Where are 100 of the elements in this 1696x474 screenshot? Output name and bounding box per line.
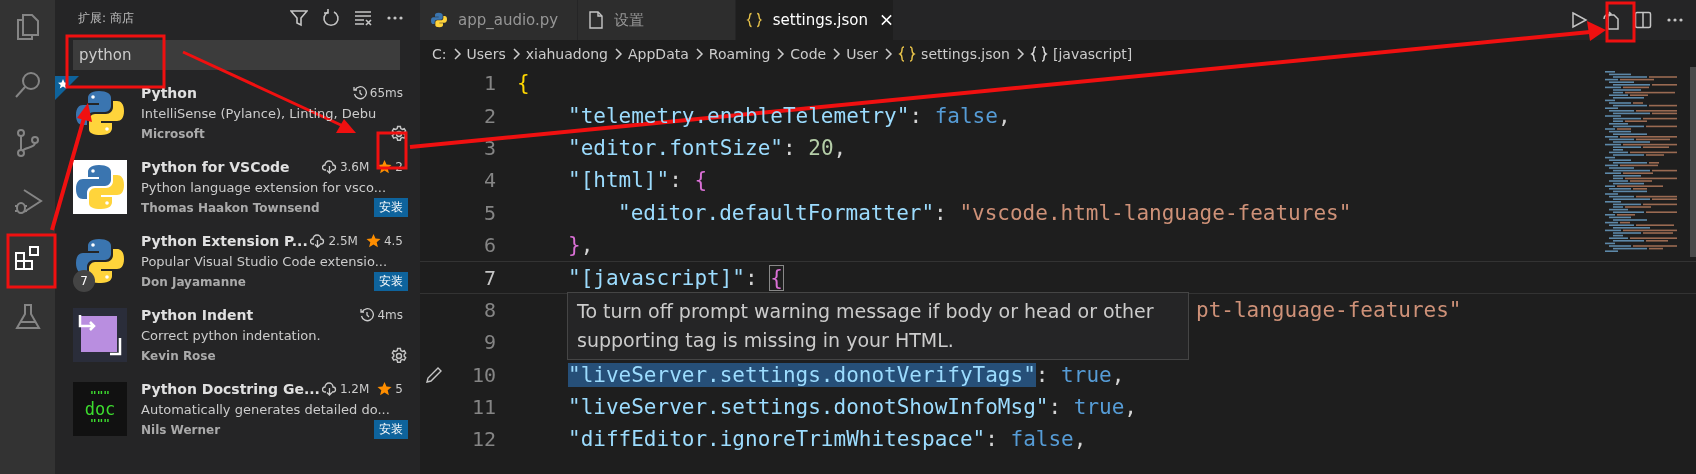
line-number: 7 xyxy=(482,265,496,290)
line-number: 3 xyxy=(482,135,496,160)
editor-tab[interactable]: 设置 xyxy=(578,0,736,40)
docstring-logo: """ doc """ xyxy=(73,382,127,436)
code-token: "liveServer.settings.donotVerifyTags" xyxy=(568,362,1036,387)
history-icon xyxy=(360,307,375,322)
code-token: , xyxy=(1073,427,1087,452)
publisher-name: Microsoft xyxy=(141,126,205,141)
clear-list-icon[interactable] xyxy=(354,9,372,27)
line-number: 8 xyxy=(482,297,496,322)
code-token: : xyxy=(1048,395,1063,420)
code-token: } xyxy=(568,233,581,258)
breadcrumb-item[interactable]: Roaming xyxy=(708,45,771,62)
extension-item[interactable]: """ doc """ Python Docstring Ge... 1.2M 5 Automatically generates detailed do... Nils Werner 安装 xyxy=(55,372,420,446)
search-field[interactable]: python xyxy=(73,40,400,70)
code-token: "editor.defaultFormatter" xyxy=(618,200,935,225)
extension-name: Python for VSCode xyxy=(141,158,290,175)
run-debug-icon[interactable] xyxy=(12,186,43,216)
activation-time: 65ms xyxy=(369,85,403,100)
activation-time: 4ms xyxy=(377,307,403,322)
braces-icon xyxy=(1030,44,1048,63)
code-token: : xyxy=(669,168,683,193)
count-badge: 7 xyxy=(73,270,95,292)
extension-description: Correct python indentation. xyxy=(141,327,322,343)
star-icon xyxy=(377,381,393,396)
line-number: 11 xyxy=(470,395,496,420)
breadcrumb-item[interactable]: xiahuadong xyxy=(525,45,608,62)
extension-description: Automatically generates detailed do... xyxy=(141,401,391,417)
install-button[interactable]: 安装 xyxy=(374,272,408,291)
cloud-download-icon xyxy=(321,159,337,174)
code-token: : xyxy=(985,427,999,452)
code-token: , xyxy=(833,135,847,160)
code-token: "vscode.html-language-features" xyxy=(959,200,1352,225)
chevron-right-icon xyxy=(613,46,623,61)
file-arrow-icon[interactable] xyxy=(1602,10,1620,30)
star-icon xyxy=(377,159,393,174)
editor-tab[interactable]: settings.json xyxy=(736,0,894,40)
code-token: , xyxy=(580,233,594,258)
filter-icon[interactable] xyxy=(290,9,308,27)
extension-name: Python xyxy=(141,84,197,101)
code-token: { xyxy=(770,265,783,290)
breadcrumb-item[interactable]: Users xyxy=(466,45,506,62)
chevron-right-icon xyxy=(510,46,521,61)
line-number: 1 xyxy=(482,71,496,96)
sidebar-title: 扩展: 商店 xyxy=(78,9,134,27)
cloud-download-icon xyxy=(321,381,337,396)
line-number: 2 xyxy=(482,103,496,128)
python-file-icon xyxy=(430,11,448,29)
chevron-right-icon xyxy=(1015,46,1025,61)
rating: 4.5 xyxy=(383,233,403,248)
hover-tooltip: To turn off prompt warning message if body or head or other supporting tag is missing in your HTML. xyxy=(567,292,1189,360)
breadcrumb-item[interactable]: C: xyxy=(432,45,447,62)
code-token: { xyxy=(694,168,708,193)
breadcrumb-item[interactable]: settings.json xyxy=(921,45,1010,62)
scrollbar-thumb[interactable] xyxy=(1690,67,1696,257)
install-button[interactable]: 安装 xyxy=(374,420,408,439)
cloud-download-icon xyxy=(310,233,326,248)
code-token: , xyxy=(1111,362,1125,387)
star-icon xyxy=(365,233,381,248)
search-icon[interactable] xyxy=(12,70,43,100)
extension-item[interactable]: Python Indent 4ms Correct python indentation. Kevin Rose xyxy=(55,298,420,372)
highlight-box xyxy=(6,233,57,289)
settings-icon[interactable] xyxy=(390,346,408,365)
code-token: "[javascript]" xyxy=(568,265,745,290)
extension-item[interactable]: 7 Python Extension P... 2.5M 4.5 Popular Visual Studio Code extensio... Don Jayamanne 安装 xyxy=(55,224,420,298)
breadcrumb-item[interactable]: Code xyxy=(790,45,827,62)
breadcrumb-item[interactable]: [javascript] xyxy=(1053,45,1133,62)
code-token: : xyxy=(745,265,759,290)
code-token: : xyxy=(1035,362,1050,387)
code-token: false xyxy=(1010,427,1074,452)
editor-tab[interactable]: app_audio.py xyxy=(420,0,578,40)
code-token: true xyxy=(1061,362,1112,387)
refresh-icon[interactable] xyxy=(322,9,340,27)
line-number: 9 xyxy=(482,330,496,355)
indent-logo-icon xyxy=(73,308,127,362)
download-count: 1.2M xyxy=(339,381,370,396)
publisher-name: Nils Werner xyxy=(141,422,221,437)
extension-description: Popular Visual Studio Code extensio... xyxy=(141,253,389,269)
code-token: "liveServer.settings.donotShowInfoMsg" xyxy=(568,395,1049,420)
highlight-box xyxy=(1605,1,1636,43)
play-icon[interactable] xyxy=(1570,11,1588,29)
chevron-right-icon xyxy=(831,46,842,61)
close-icon[interactable] xyxy=(880,13,893,27)
code-token: : xyxy=(782,135,797,160)
breadcrumb-item[interactable]: User xyxy=(846,45,879,62)
file-icon xyxy=(588,11,604,29)
python-logo-icon xyxy=(73,160,127,214)
settings-icon[interactable] xyxy=(390,124,408,143)
line-number: 10 xyxy=(470,362,496,387)
breadcrumb-item[interactable]: AppData xyxy=(628,45,689,62)
line-number: 12 xyxy=(470,427,496,452)
extension-description: Python language extension for vsco... xyxy=(141,179,388,195)
split-editor-icon[interactable] xyxy=(1634,11,1652,29)
code-token: false xyxy=(934,103,998,128)
code-token: , xyxy=(1124,395,1137,420)
chevron-right-icon xyxy=(451,46,462,61)
chevron-right-icon xyxy=(883,46,894,61)
code-token: : xyxy=(934,200,948,225)
download-count: 3.6M xyxy=(339,159,370,174)
install-button[interactable]: 安装 xyxy=(374,198,408,217)
